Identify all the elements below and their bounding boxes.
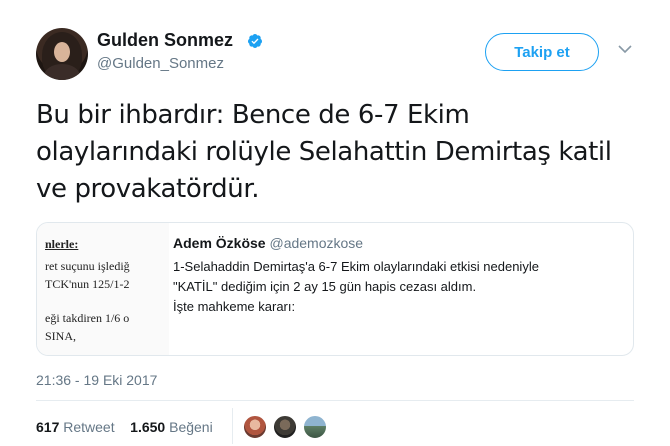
image-text-line: TCK'nun 125/1-2 — [45, 277, 130, 291]
author-display-name[interactable]: Gulden Sonmez — [97, 30, 233, 51]
follow-button[interactable]: Takip et — [485, 33, 599, 71]
tweet-stats: 617 Retweet 1.650 Beğeni — [36, 419, 213, 435]
quoted-tweet-card[interactable]: nlerle: ret suçunu işlediğ TCK'nun 125/1… — [36, 222, 634, 356]
quoted-tweet-image[interactable]: nlerle: ret suçunu işlediğ TCK'nun 125/1… — [37, 223, 169, 355]
divider — [36, 400, 634, 401]
like-label[interactable]: Beğeni — [169, 419, 213, 435]
image-text-line: ret suçunu işlediğ — [45, 259, 130, 273]
avatar-face — [54, 42, 70, 62]
tweet-timestamp[interactable]: 21:36 - 19 Eki 2017 — [36, 372, 157, 388]
liker-avatar[interactable] — [302, 414, 328, 440]
quoted-tweet-author: Adem Özköse @ademozkose — [173, 235, 363, 251]
quoted-text-line: "KATİL" dediğim için 2 ay 15 gün hapis c… — [173, 279, 477, 294]
stats-divider — [232, 408, 233, 444]
image-text-line: nlerle: — [45, 237, 79, 251]
quoted-author-handle: @ademozkose — [269, 235, 364, 251]
chevron-down-icon[interactable] — [618, 44, 632, 54]
liker-avatar[interactable] — [242, 414, 268, 440]
quoted-text-line: 1-Selahaddin Demirtaş'a 6-7 Ekim olaylar… — [173, 259, 539, 274]
verified-badge-icon — [247, 34, 262, 48]
author-handle[interactable]: @Gulden_Sonmez — [97, 55, 224, 72]
image-text-line: eği takdiren 1/6 o — [45, 311, 130, 325]
tweet-text: Bu bir ihbardır: Bence de 6-7 Ekim olayl… — [36, 100, 612, 204]
image-text-line: SINA, — [45, 329, 77, 343]
retweet-label[interactable]: Retweet — [63, 419, 114, 435]
retweet-count[interactable]: 617 — [36, 419, 59, 435]
quoted-tweet-text: 1-Selahaddin Demirtaş'a 6-7 Ekim olaylar… — [173, 257, 623, 317]
liker-avatar[interactable] — [272, 414, 298, 440]
quoted-author-name: Adem Özköse — [173, 235, 266, 251]
quoted-text-line: İşte mahkeme kararı: — [173, 299, 296, 314]
author-avatar[interactable] — [36, 28, 88, 80]
like-count[interactable]: 1.650 — [130, 419, 165, 435]
